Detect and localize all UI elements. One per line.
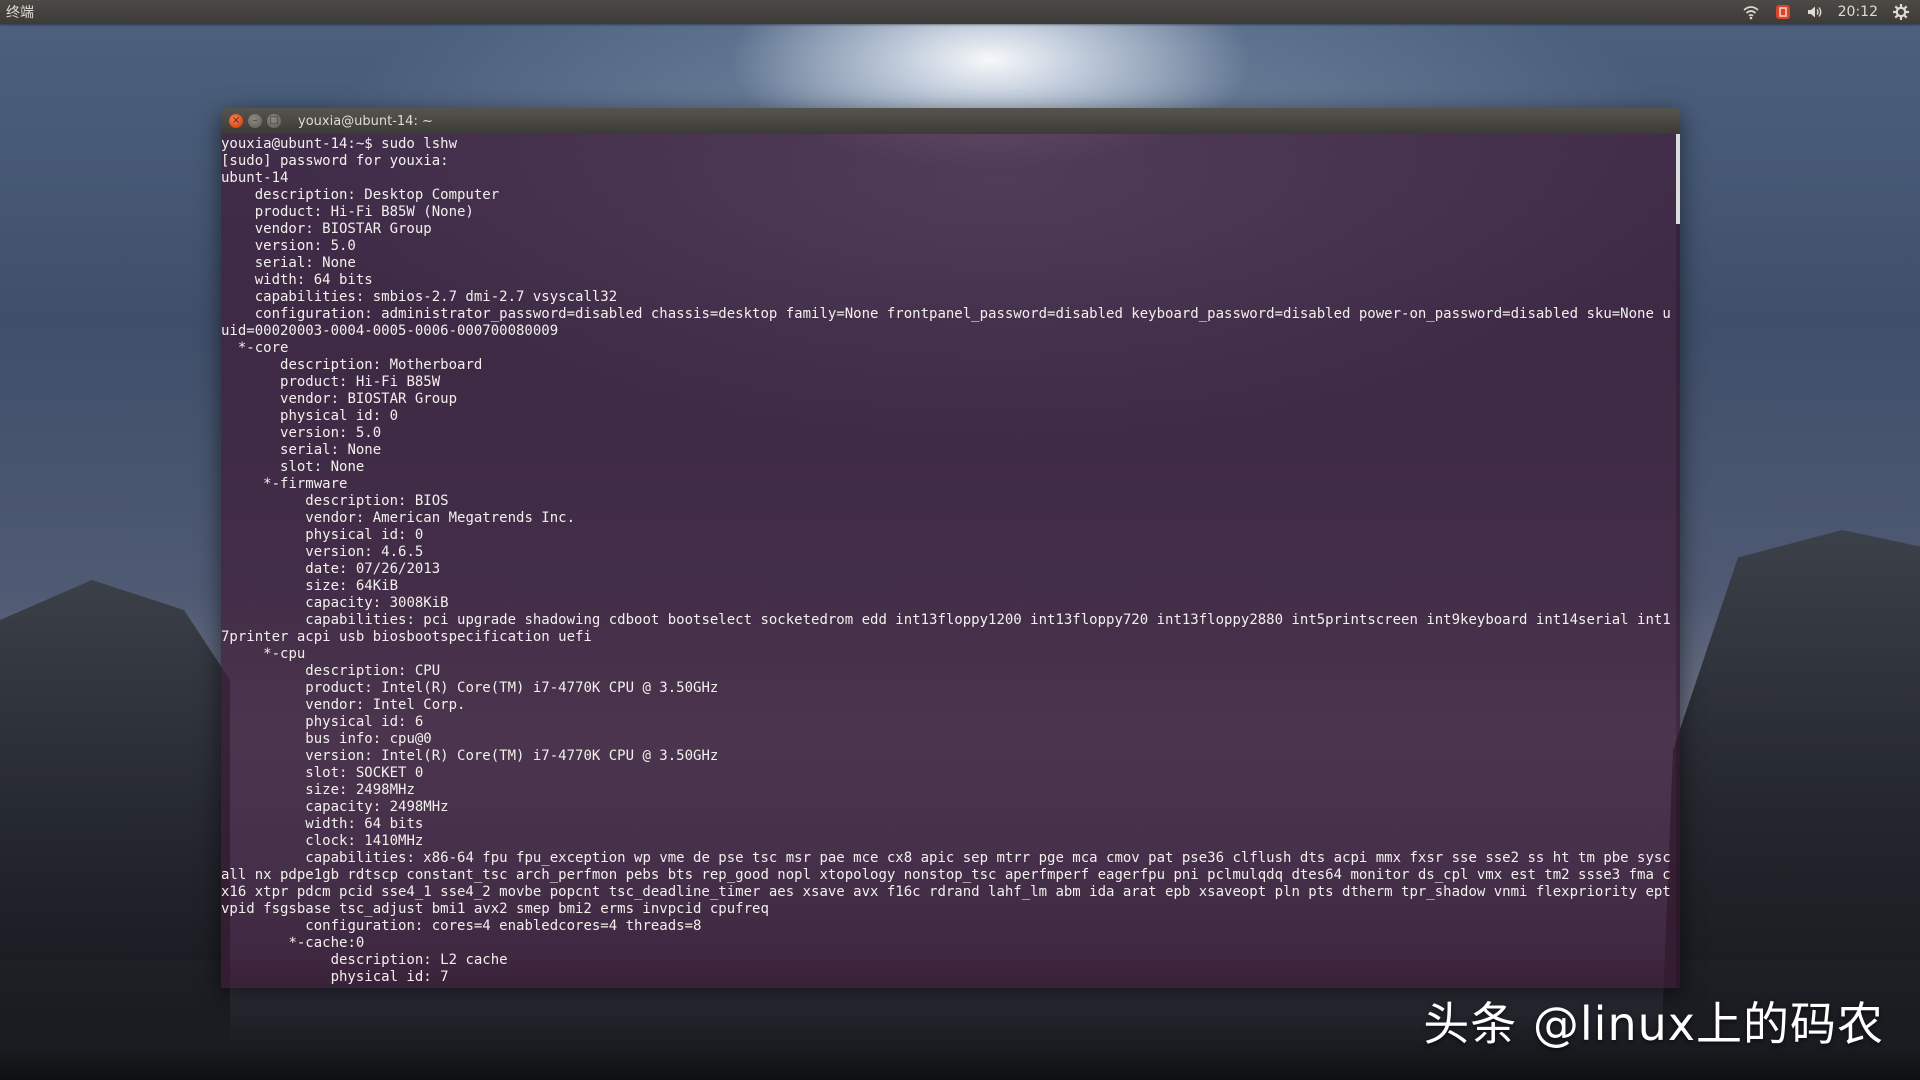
terminal-line: version: 5.0 bbox=[221, 238, 356, 254]
terminal-line: date: 07/26/2013 bbox=[221, 561, 441, 577]
terminal-line: description: BIOS bbox=[221, 493, 449, 509]
terminal-line: version: 4.6.5 bbox=[221, 544, 424, 560]
terminal-line: size: 2498MHz bbox=[221, 782, 415, 798]
terminal-line: [sudo] password for youxia: bbox=[221, 153, 449, 169]
terminal-body[interactable]: youxia@ubunt-14:~$ sudo lshw [sudo] passw… bbox=[221, 134, 1680, 988]
terminal-line: capabilities: pci upgrade shadowing cdbo… bbox=[221, 612, 1671, 645]
watermark: 头条 @linux上的码农 bbox=[1423, 997, 1884, 1051]
terminal-line: physical id: 0 bbox=[221, 408, 399, 424]
terminal-line: capabilities: smbios-2.7 dmi-2.7 vsyscal… bbox=[221, 289, 618, 305]
scrollbar[interactable] bbox=[1676, 134, 1680, 988]
clock[interactable]: 20:12 bbox=[1838, 4, 1878, 20]
terminal-line: configuration: cores=4 enabledcores=4 th… bbox=[221, 918, 702, 934]
terminal-line: capacity: 2498MHz bbox=[221, 799, 449, 815]
window-titlebar[interactable]: × – □ youxia@ubunt-14: ~ bbox=[221, 108, 1680, 134]
terminal-line: *-firmware bbox=[221, 476, 348, 492]
terminal-line: *-core bbox=[221, 340, 289, 356]
top-panel: 终端 20:12 bbox=[0, 0, 1920, 24]
terminal-line: physical id: 7 bbox=[221, 969, 449, 985]
terminal-line: serial: None bbox=[221, 442, 382, 458]
terminal-line: vendor: American Megatrends Inc. bbox=[221, 510, 576, 526]
minimize-button[interactable]: – bbox=[248, 114, 262, 128]
terminal-window[interactable]: × – □ youxia@ubunt-14: ~ youxia@ubunt-14… bbox=[221, 108, 1680, 988]
terminal-line: serial: None bbox=[221, 255, 356, 271]
terminal-line: product: Hi-Fi B85W bbox=[221, 374, 441, 390]
wifi-icon[interactable] bbox=[1742, 3, 1760, 21]
terminal-line: description: Desktop Computer bbox=[221, 187, 500, 203]
terminal-line: capabilities: x86-64 fpu fpu_exception w… bbox=[221, 850, 1680, 917]
terminal-line: description: Motherboard bbox=[221, 357, 483, 373]
desktop-background: 终端 20:12 × – □ youxia@ubunt-14: ~ youxia bbox=[0, 0, 1920, 1080]
window-title: youxia@ubunt-14: ~ bbox=[298, 113, 433, 129]
close-button[interactable]: × bbox=[229, 114, 243, 128]
terminal-line: product: Hi-Fi B85W (None) bbox=[221, 204, 474, 220]
terminal-line: *-cpu bbox=[221, 646, 306, 662]
terminal-line: vendor: BIOSTAR Group bbox=[221, 221, 432, 237]
scrollbar-thumb[interactable] bbox=[1676, 134, 1680, 224]
terminal-output[interactable]: youxia@ubunt-14:~$ sudo lshw [sudo] passw… bbox=[221, 134, 1676, 986]
terminal-line: clock: 1410MHz bbox=[221, 833, 424, 849]
terminal-line: bus info: cpu@0 bbox=[221, 731, 432, 747]
volume-icon[interactable] bbox=[1806, 3, 1824, 21]
terminal-line: slot: None bbox=[221, 459, 365, 475]
terminal-line: vendor: Intel Corp. bbox=[221, 697, 466, 713]
terminal-line: product: Intel(R) Core(TM) i7-4770K CPU … bbox=[221, 680, 719, 696]
terminal-line: physical id: 0 bbox=[221, 527, 424, 543]
terminal-line: size: 64KiB bbox=[221, 578, 399, 594]
terminal-line: version: 5.0 bbox=[221, 425, 382, 441]
terminal-line: width: 64 bits bbox=[221, 272, 373, 288]
terminal-line: configuration: administrator_password=di… bbox=[221, 306, 1671, 339]
terminal-line: vendor: BIOSTAR Group bbox=[221, 391, 458, 407]
active-app-name[interactable]: 终端 bbox=[0, 2, 34, 22]
terminal-line: ubunt-14 bbox=[221, 170, 289, 186]
terminal-line: slot: SOCKET 0 bbox=[221, 765, 424, 781]
terminal-line: width: 64 bits bbox=[221, 816, 424, 832]
terminal-line: capacity: 3008KiB bbox=[221, 595, 449, 611]
terminal-line: description: L2 cache bbox=[221, 952, 508, 968]
input-method-icon[interactable] bbox=[1774, 3, 1792, 21]
terminal-line: *-cache:0 bbox=[221, 935, 365, 951]
gear-icon[interactable] bbox=[1892, 3, 1910, 21]
indicator-area: 20:12 bbox=[1742, 3, 1920, 21]
maximize-button[interactable]: □ bbox=[267, 114, 281, 128]
terminal-line: version: Intel(R) Core(TM) i7-4770K CPU … bbox=[221, 748, 719, 764]
terminal-line: youxia@ubunt-14:~$ sudo lshw bbox=[221, 136, 458, 152]
terminal-line: description: CPU bbox=[221, 663, 441, 679]
terminal-line: physical id: 6 bbox=[221, 714, 424, 730]
